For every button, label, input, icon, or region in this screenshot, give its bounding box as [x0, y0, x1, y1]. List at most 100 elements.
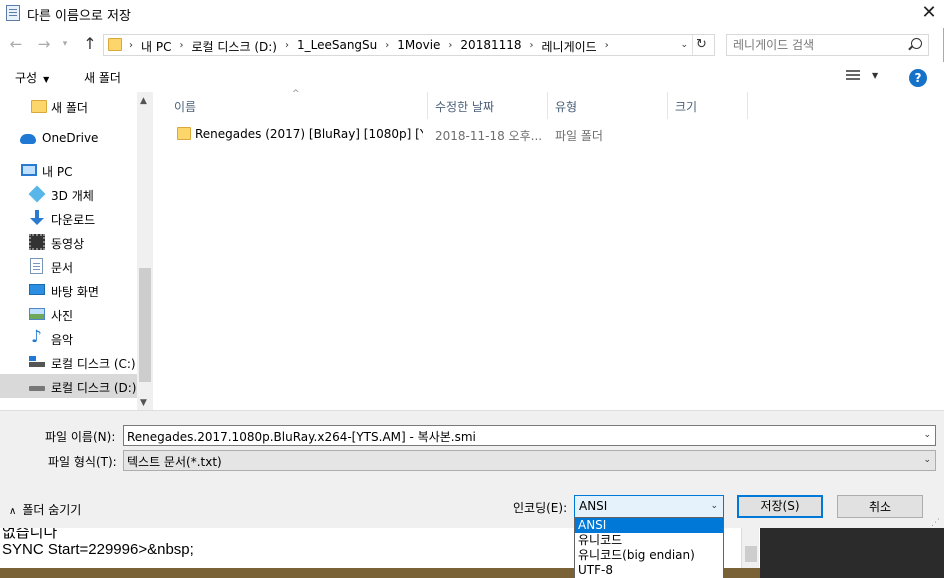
breadcrumb-item[interactable]: 레니게이드	[537, 38, 602, 55]
file-date: 2018-11-18 오후...	[435, 129, 543, 143]
chevron-down-icon[interactable]: ⌄	[923, 455, 931, 465]
sidebar-item-label: 사진	[51, 309, 74, 323]
sidebar-item-desktop[interactable]: 바탕 화면	[0, 278, 137, 302]
column-header-name[interactable]: ^ 이름	[153, 89, 428, 119]
refresh-icon[interactable]: ↻	[692, 35, 710, 55]
breadcrumb-item[interactable]: 1Movie	[392, 38, 445, 55]
address-bar[interactable]: › 내 PC › 로컬 디스크 (D:) › 1_LeeSangSu › 1Mo…	[103, 34, 715, 56]
forward-arrow-icon[interactable]: →	[34, 33, 54, 55]
sidebar-item-documents[interactable]: 문서	[0, 254, 137, 278]
breadcrumb-item[interactable]: 1_LeeSangSu	[292, 38, 382, 55]
sidebar-item-label: 로컬 디스크 (C:)	[51, 357, 136, 371]
sidebar-item-onedrive[interactable]: OneDrive	[0, 126, 137, 150]
notepad-icon	[6, 5, 20, 21]
scroll-thumb[interactable]	[139, 268, 151, 382]
encoding-option[interactable]: 유니코드(big endian)	[575, 548, 723, 563]
breadcrumb-item[interactable]: 20181118	[455, 38, 526, 55]
file-name-field[interactable]: Renegades.2017.1080p.BluRay.x264-[YTS.AM…	[127, 428, 476, 445]
breadcrumb-separator[interactable]: ›	[445, 38, 455, 55]
breadcrumb-separator[interactable]: ›	[527, 38, 537, 55]
breadcrumb-separator[interactable]: ›	[602, 38, 612, 55]
music-icon	[29, 327, 45, 347]
save-form: 파일 이름(N): Renegades.2017.1080p.BluRay.x2…	[0, 410, 944, 528]
chevron-down-icon: ▼	[43, 75, 50, 84]
hide-folders-button[interactable]: ∧ 폴더 숨기기	[9, 501, 81, 518]
file-type: 파일 폴더	[555, 129, 603, 143]
organize-label: 구성	[15, 71, 38, 85]
sidebar-item-videos[interactable]: 동영상	[0, 230, 137, 254]
up-arrow-icon[interactable]: ↑	[80, 33, 100, 55]
sidebar-item-new-folder[interactable]: 새 폴더	[0, 94, 137, 118]
background-dark-area	[760, 528, 944, 578]
save-button[interactable]: 저장(S)	[737, 495, 823, 518]
encoding-select[interactable]: ANSI ⌄	[574, 495, 724, 518]
sidebar-item-downloads[interactable]: 다운로드	[0, 206, 137, 230]
background-scrollbar[interactable]	[741, 528, 759, 568]
pc-icon	[21, 164, 37, 176]
encoding-dropdown-list: ANSI 유니코드 유니코드(big endian) UTF-8	[574, 517, 724, 578]
breadcrumb-separator[interactable]: ›	[282, 38, 292, 55]
column-header-date[interactable]: 수정한 날짜	[428, 92, 548, 119]
resize-grip-icon[interactable]	[930, 516, 940, 528]
search-box[interactable]	[726, 34, 929, 56]
file-type-select[interactable]: 텍스트 문서(*.txt) ⌄	[123, 450, 936, 471]
video-icon	[29, 234, 45, 250]
breadcrumb-item[interactable]: 내 PC	[136, 38, 176, 55]
sidebar-item-this-pc[interactable]: 내 PC	[0, 158, 137, 182]
breadcrumb-separator[interactable]: ›	[126, 38, 136, 55]
file-name-combobox[interactable]: Renegades.2017.1080p.BluRay.x264-[YTS.AM…	[123, 425, 936, 446]
chevron-down-icon[interactable]: ⌄	[710, 501, 718, 511]
folder-icon	[31, 100, 47, 113]
new-folder-button[interactable]: 새 폴더	[84, 69, 121, 86]
sidebar-item-music[interactable]: 음악	[0, 326, 137, 350]
sidebar-item-pictures[interactable]: 사진	[0, 302, 137, 326]
recent-locations-chevron-icon[interactable]: ▾	[58, 33, 72, 55]
address-dropdown-icon[interactable]: ⌄	[680, 37, 688, 53]
breadcrumb-separator[interactable]: ›	[176, 38, 186, 55]
search-input[interactable]	[733, 37, 903, 53]
command-toolbar: 구성 ▼ 새 폴더 ▼ ?	[0, 62, 944, 92]
sidebar-item-label: 동영상	[51, 237, 85, 251]
file-row[interactable]: Renegades (2017) [BluRay] [1080p] [YT...…	[153, 122, 753, 144]
sidebar-item-drive-c[interactable]: 로컬 디스크 (C:)	[0, 350, 137, 374]
breadcrumb-item[interactable]: 로컬 디스크 (D:)	[186, 38, 281, 55]
file-name: Renegades (2017) [BluRay] [1080p] [YT...	[195, 127, 423, 141]
save-as-dialog: 다른 이름으로 저장 ✕ ← → ▾ ↑ › 내 PC › 로컬 디스크 (D:…	[0, 0, 944, 528]
breadcrumb-separator[interactable]: ›	[382, 38, 392, 55]
back-arrow-icon[interactable]: ←	[6, 33, 26, 55]
hide-folders-label: 폴더 숨기기	[22, 503, 82, 517]
sidebar-item-label: 내 PC	[42, 165, 73, 179]
organize-button[interactable]: 구성 ▼	[15, 69, 49, 86]
drive-icon	[29, 386, 45, 391]
file-list: ^ 이름 수정한 날짜 유형 크기 Renegades (2017) [BluR…	[153, 89, 944, 410]
pictures-icon	[29, 308, 45, 320]
help-button[interactable]: ?	[909, 69, 927, 87]
chevron-down-icon[interactable]: ⌄	[923, 430, 931, 440]
sort-ascending-icon: ^	[292, 89, 300, 99]
drive-c-icon	[29, 356, 45, 367]
view-options-chevron-icon[interactable]: ▼	[872, 71, 878, 80]
download-icon	[29, 210, 45, 226]
sidebar-item-label: 로컬 디스크 (D:)	[51, 381, 137, 395]
encoding-option[interactable]: UTF-8	[575, 563, 723, 578]
view-options-icon[interactable]	[846, 70, 860, 82]
cancel-button[interactable]: 취소	[837, 495, 923, 518]
navigation-pane: 새 폴더 OneDrive 내 PC 3D 개체 다운로드 동영상 문서 바탕	[0, 92, 153, 410]
file-name-label: 파일 이름(N):	[45, 430, 116, 444]
column-header-type[interactable]: 유형	[548, 92, 668, 119]
sidebar-item-drive-d[interactable]: 로컬 디스크 (D:)	[0, 374, 137, 398]
sidebar-item-label: 새 폴더	[51, 101, 88, 115]
scroll-thumb[interactable]	[745, 546, 757, 562]
sidebar-item-3d-objects[interactable]: 3D 개체	[0, 182, 137, 206]
search-icon[interactable]	[911, 38, 922, 49]
navigation-bar: ← → ▾ ↑ › 내 PC › 로컬 디스크 (D:) › 1_LeeSang…	[0, 30, 944, 60]
encoding-option[interactable]: ANSI	[575, 518, 723, 533]
close-button[interactable]: ✕	[914, 0, 944, 28]
scroll-down-icon[interactable]: ▼	[140, 398, 147, 408]
scroll-up-icon[interactable]: ▲	[140, 96, 147, 106]
file-type-label: 파일 형식(T):	[48, 455, 117, 469]
navigation-pane-scrollbar[interactable]: ▲ ▼	[137, 92, 153, 410]
sidebar-item-label: 바탕 화면	[51, 285, 99, 299]
column-header-size[interactable]: 크기	[668, 92, 748, 119]
encoding-option[interactable]: 유니코드	[575, 533, 723, 548]
